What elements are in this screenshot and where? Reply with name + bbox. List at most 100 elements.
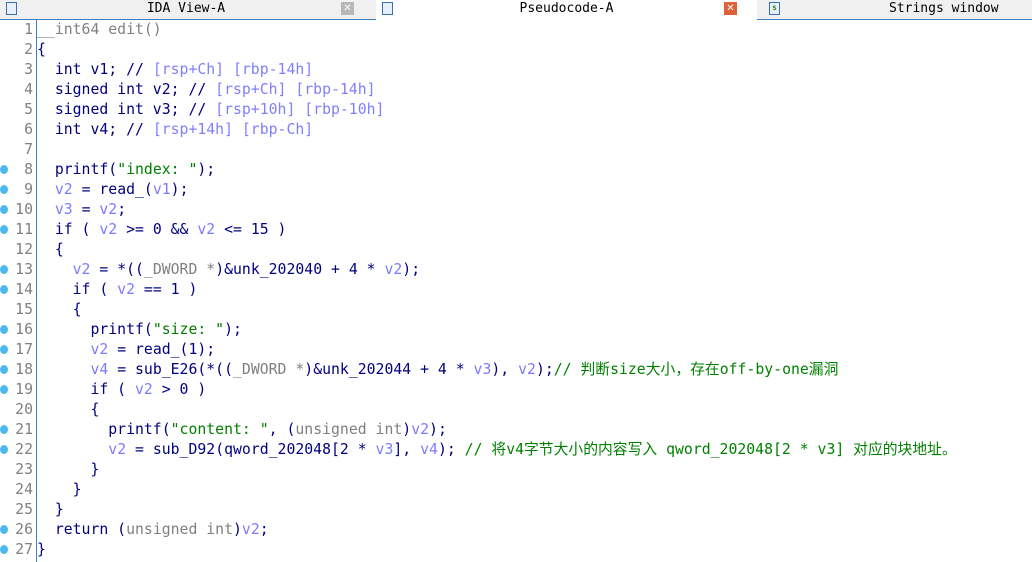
code-token: signed int v2; // [37, 81, 207, 98]
code-text: { [37, 400, 99, 420]
code-token: unsigned int [126, 521, 233, 538]
code-token: v2 [197, 221, 216, 238]
line-number: 26 [15, 521, 33, 538]
code-text: } [37, 540, 46, 560]
line-number: 22 [15, 441, 33, 458]
code-token: >= 0 && [117, 221, 198, 238]
code-text: v2 = read_(v1); [37, 180, 189, 200]
code-line[interactable]: 15 { [0, 300, 1032, 320]
code-text: printf("index: "); [37, 160, 215, 180]
code-token: "content: " [170, 421, 269, 438]
code-line[interactable]: 25 } [0, 500, 1032, 520]
code-token: __int64 edit() [37, 21, 162, 38]
code-token: if ( [37, 221, 100, 238]
tab-bar: IDA View-A ✕ Pseudocode-A ✕ s Strings wi… [0, 0, 1032, 20]
code-text: v2 = sub_D92(qword_202048[2 * v3], v4); … [37, 440, 957, 460]
code-line[interactable]: 19 if ( v2 > 0 ) [0, 380, 1032, 400]
code-line[interactable]: 4 signed int v2; // [rsp+Ch] [rbp-14h] [0, 80, 1032, 100]
code-text: return (unsigned int)v2; [37, 520, 269, 540]
code-token: unsigned int [295, 421, 403, 438]
line-number: 18 [15, 361, 33, 378]
close-icon[interactable]: ✕ [341, 2, 354, 15]
code-line[interactable]: 5 signed int v3; // [rsp+10h] [rbp-10h] [0, 100, 1032, 120]
code-token: // 将v4字节大小的内容写入 qword_202048[2 * v3] 对应的… [464, 441, 957, 458]
tab-label: Pseudocode-A [519, 1, 614, 16]
code-token: v2 [90, 341, 109, 358]
code-line[interactable]: 21 printf("content: ", (unsigned int)v2)… [0, 420, 1032, 440]
code-line[interactable]: 8 printf("index: "); [0, 160, 1032, 180]
code-line[interactable]: 7 [0, 140, 1032, 160]
code-token: ], [393, 441, 421, 458]
line-number: 19 [15, 381, 33, 398]
code-token: { [37, 401, 100, 418]
code-token: [rsp+Ch] [rbp-14h] [143, 61, 314, 78]
code-token: [rsp+14h] [rbp-Ch] [143, 121, 314, 138]
code-token: v2 [108, 441, 127, 458]
code-token: v3 [473, 361, 492, 378]
code-line[interactable]: 16 printf("size: "); [0, 320, 1032, 340]
code-token: ); [170, 181, 189, 198]
code-token: int v4; // [37, 121, 144, 138]
code-text: signed int v2; // [rsp+Ch] [rbp-14h] [37, 80, 376, 100]
code-line[interactable]: 11 if ( v2 >= 0 && v2 <= 15 ) [0, 220, 1032, 240]
code-line[interactable]: 13 v2 = *((_DWORD *)&unk_202040 + 4 * v2… [0, 260, 1032, 280]
strings-icon: s [769, 2, 780, 15]
tab-strings-window[interactable]: s Strings window [763, 0, 1032, 19]
code-token: v2 [72, 261, 91, 278]
line-number: 23 [15, 461, 33, 478]
code-token: ); [429, 421, 447, 438]
code-line[interactable]: 26 return (unsigned int)v2; [0, 520, 1032, 540]
code-line[interactable]: 23 } [0, 460, 1032, 480]
code-text: } [37, 460, 99, 480]
code-token: <= 15 ) [215, 221, 287, 238]
code-token: v4 [90, 361, 109, 378]
code-token: if ( [37, 281, 118, 298]
code-line[interactable]: 6 int v4; // [rsp+14h] [rbp-Ch] [0, 120, 1032, 140]
tab-pseudocode-a[interactable]: Pseudocode-A ✕ [376, 0, 757, 20]
code-line[interactable]: 3 int v1; // [rsp+Ch] [rbp-14h] [0, 60, 1032, 80]
code-token: v1 [152, 181, 171, 198]
code-text: v3 = v2; [37, 200, 126, 220]
line-number: 20 [15, 401, 33, 418]
code-line[interactable]: 9 v2 = read_(v1); [0, 180, 1032, 200]
line-number: 7 [24, 141, 33, 158]
close-icon[interactable]: ✕ [724, 2, 737, 15]
code-line[interactable]: 10 v3 = v2; [0, 200, 1032, 220]
pseudocode-view[interactable]: 1 __int64 edit() 2{3 int v1; // [rsp+Ch] [… [0, 20, 1032, 560]
code-line[interactable]: 17 v2 = read_(1); [0, 340, 1032, 360]
code-line[interactable]: 22 v2 = sub_D92(qword_202048[2 * v3], v4… [0, 440, 1032, 460]
code-token: "index: " [117, 161, 198, 178]
tab-ida-view-a[interactable]: IDA View-A ✕ [0, 0, 372, 19]
line-number: 27 [15, 541, 33, 558]
line-number: 12 [15, 241, 33, 258]
code-line[interactable]: 27} [0, 540, 1032, 560]
code-text: v4 = sub_E26(*((_DWORD *)&unk_202044 + 4… [37, 360, 838, 380]
code-line[interactable]: 1 __int64 edit() [0, 20, 1032, 40]
tab-label: IDA View-A [146, 1, 226, 16]
code-text: printf("content: ", (unsigned int)v2); [37, 420, 447, 440]
line-number: 6 [24, 121, 33, 138]
code-text: { [37, 240, 64, 260]
line-number: 3 [24, 61, 33, 78]
code-line[interactable]: 12 { [0, 240, 1032, 260]
code-token: = sub_D92(qword_202048[2 * [126, 441, 376, 458]
code-token: ); [402, 261, 421, 278]
code-line[interactable]: 18 v4 = sub_E26(*((_DWORD *)&unk_202044 … [0, 360, 1032, 380]
code-token: v2 [99, 221, 118, 238]
code-line[interactable]: 2{ [0, 40, 1032, 60]
code-text: int v1; // [rsp+Ch] [rbp-14h] [37, 60, 313, 80]
line-number: 5 [24, 101, 33, 118]
code-text: v2 = *((_DWORD *)&unk_202040 + 4 * v2); [37, 260, 420, 280]
code-token: ) [233, 521, 242, 538]
code-line[interactable]: 20 { [0, 400, 1032, 420]
code-line[interactable]: 14 if ( v2 == 1 ) [0, 280, 1032, 300]
line-number: 2 [24, 41, 33, 58]
code-text: { [37, 300, 82, 320]
code-token: printf( [37, 161, 118, 178]
code-line[interactable]: 24 } [0, 480, 1032, 500]
line-number: 1 [24, 21, 33, 38]
code-text: if ( v2 > 0 ) [37, 380, 206, 400]
